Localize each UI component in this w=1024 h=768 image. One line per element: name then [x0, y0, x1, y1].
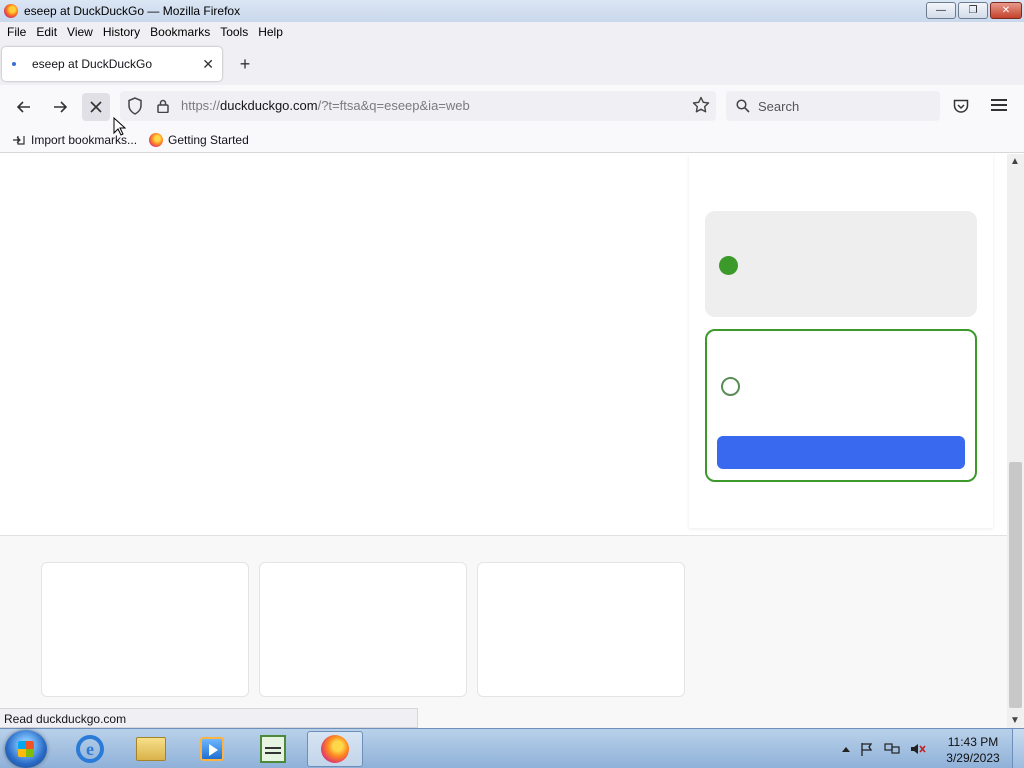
page-scrollbar[interactable]: ▲ ▼	[1007, 154, 1024, 728]
firefox-icon	[4, 4, 18, 18]
pocket-icon[interactable]	[953, 99, 969, 114]
placeholder-tile[interactable]	[41, 562, 249, 697]
minimize-button[interactable]: —	[926, 2, 956, 19]
scroll-up-arrow-icon[interactable]: ▲	[1010, 156, 1020, 167]
option-card-selected[interactable]	[705, 211, 977, 317]
primary-action-button[interactable]	[717, 436, 965, 469]
bookmark-star-icon[interactable]	[692, 96, 710, 114]
placeholder-tile[interactable]	[477, 562, 685, 697]
menu-line	[991, 99, 1007, 101]
menu-line	[991, 104, 1007, 106]
scroll-down-arrow-icon[interactable]: ▼	[1010, 715, 1020, 726]
windows-taskbar: e 11:43 PM 3/29/2023	[0, 728, 1024, 768]
menu-view[interactable]: View	[62, 25, 98, 39]
url-host: duckduckgo.com	[220, 98, 318, 113]
menu-tools[interactable]: Tools	[215, 25, 253, 39]
bookmarks-toolbar: Import bookmarks... Getting Started	[0, 127, 1024, 153]
tab-strip: eseep at DuckDuckGo ✕ +	[0, 42, 1024, 85]
taskbar-media-player[interactable]	[184, 731, 240, 767]
taskbar-file-explorer[interactable]	[123, 731, 179, 767]
menu-file[interactable]: File	[2, 25, 31, 39]
maximize-button[interactable]: ❐	[958, 2, 988, 19]
url-text[interactable]: https://duckduckgo.com/?t=ftsa&q=eseep&i…	[181, 98, 470, 113]
tab-duckduckgo[interactable]: eseep at DuckDuckGo ✕	[2, 47, 222, 81]
getting-started-label: Getting Started	[168, 132, 249, 147]
radio-selected-icon[interactable]	[719, 256, 738, 275]
tab-label: eseep at DuckDuckGo	[32, 57, 153, 71]
window-title: eseep at DuckDuckGo — Mozilla Firefox	[24, 4, 241, 18]
menu-edit[interactable]: Edit	[31, 25, 62, 39]
stop-button[interactable]	[82, 93, 110, 121]
menu-bar: File Edit View History Bookmarks Tools H…	[0, 22, 1024, 42]
menu-history[interactable]: History	[98, 25, 145, 39]
taskbar-firefox[interactable]	[307, 731, 363, 767]
url-prefix: https://	[181, 98, 221, 113]
volume-muted-icon[interactable]	[910, 742, 926, 756]
loading-icon	[10, 60, 18, 68]
tracking-protection-shield-icon[interactable]	[127, 97, 143, 115]
menu-help[interactable]: Help	[253, 25, 288, 39]
navigation-toolbar: https://duckduckgo.com/?t=ftsa&q=eseep&i…	[0, 85, 1024, 127]
scrollbar-thumb[interactable]	[1009, 462, 1022, 708]
notepad-icon	[260, 735, 286, 763]
option-card[interactable]	[705, 329, 977, 482]
network-icon[interactable]	[884, 742, 900, 756]
back-arrow-icon	[16, 101, 30, 113]
radio-unselected-icon[interactable]	[721, 377, 740, 396]
back-button[interactable]	[10, 93, 38, 121]
folder-icon	[136, 737, 166, 761]
window-controls: — ❐ ✕	[926, 2, 1022, 19]
firefox-icon	[321, 735, 349, 763]
placeholder-tile[interactable]	[259, 562, 467, 697]
lock-icon[interactable]	[156, 99, 170, 113]
new-tab-button[interactable]: +	[236, 54, 254, 74]
menu-bookmarks[interactable]: Bookmarks	[145, 25, 215, 39]
mouse-cursor-icon	[113, 117, 126, 136]
show-hidden-icons-icon[interactable]	[842, 746, 850, 752]
clock-time: 11:43 PM	[947, 735, 999, 749]
forward-arrow-icon	[54, 101, 68, 113]
start-button[interactable]	[5, 730, 47, 768]
taskbar-clock[interactable]: 11:43 PM 3/29/2023	[940, 734, 1006, 766]
url-bar[interactable]: https://duckduckgo.com/?t=ftsa&q=eseep&i…	[120, 91, 716, 121]
search-bar[interactable]: Search	[726, 91, 940, 121]
url-path: /?t=ftsa&q=eseep&ia=web	[317, 98, 470, 113]
search-placeholder: Search	[758, 98, 800, 114]
forward-button[interactable]	[46, 93, 74, 121]
search-icon	[736, 99, 750, 113]
stop-icon	[90, 101, 102, 113]
clock-date: 3/29/2023	[946, 751, 1000, 765]
tab-close-button[interactable]: ✕	[202, 56, 214, 73]
system-tray	[842, 729, 926, 768]
page-content	[0, 154, 1007, 728]
app-menu-button[interactable]	[991, 99, 1007, 114]
title-bar: eseep at DuckDuckGo — Mozilla Firefox — …	[0, 0, 1024, 22]
taskbar-internet-explorer[interactable]: e	[62, 731, 118, 767]
media-player-icon	[200, 737, 224, 761]
close-window-button[interactable]: ✕	[990, 2, 1022, 19]
internet-explorer-icon: e	[76, 735, 104, 763]
import-icon	[13, 135, 25, 145]
firefox-icon	[149, 132, 164, 147]
taskbar-notepad-plus[interactable]	[245, 731, 301, 767]
show-desktop-button[interactable]	[1012, 729, 1024, 768]
menu-line	[991, 109, 1007, 111]
action-center-flag-icon[interactable]	[860, 742, 874, 756]
status-text: Read duckduckgo.com	[0, 708, 418, 728]
sidebar-card	[689, 154, 993, 528]
footer-section	[0, 536, 1007, 728]
getting-started-bookmark[interactable]: Getting Started	[149, 132, 249, 147]
